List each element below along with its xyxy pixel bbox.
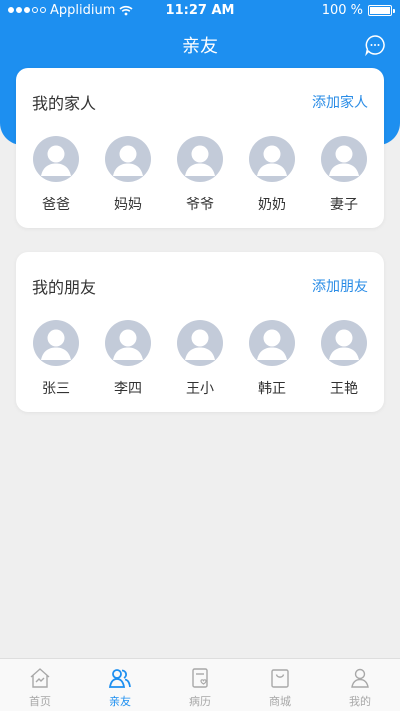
avatar[interactable] <box>33 320 79 366</box>
contact-name: 张三 <box>42 381 70 397</box>
avatar[interactable] <box>105 136 151 182</box>
contact-name: 韩正 <box>258 381 286 397</box>
avatar[interactable] <box>321 136 367 182</box>
contact-item[interactable]: 张三 <box>32 320 80 398</box>
family-card: 我的家人 添加家人 爸爸 妈妈 爷爷 奶奶 妻子 <box>16 68 384 228</box>
tab-label: 首页 <box>29 695 51 708</box>
contact-name: 奶奶 <box>258 197 286 213</box>
family-title: 我的家人 <box>32 94 97 113</box>
contact-item[interactable]: 王艳 <box>320 320 368 398</box>
add-friend-button[interactable]: 添加朋友 <box>312 276 368 296</box>
status-bar: Applidium 11:27 AM 100 % <box>0 0 400 20</box>
wifi-icon <box>119 5 133 15</box>
avatar[interactable] <box>177 320 223 366</box>
tab-label: 亲友 <box>109 695 131 708</box>
contact-name: 王小 <box>186 381 214 397</box>
contact-name: 妈妈 <box>114 197 142 213</box>
friends-card: 我的朋友 添加朋友 张三 李四 王小 韩正 王艳 <box>16 252 384 412</box>
avatar[interactable] <box>33 136 79 182</box>
carrier-name: Applidium <box>50 2 116 18</box>
battery-percent: 100 % <box>321 2 363 18</box>
tab-shop[interactable]: 商城 <box>240 659 320 711</box>
contact-name: 王艳 <box>330 381 358 397</box>
friends-list: 张三 李四 王小 韩正 王艳 <box>16 320 384 398</box>
contact-name: 爸爸 <box>42 197 70 213</box>
tab-medical-records[interactable]: 病历 <box>160 659 240 711</box>
contact-item[interactable]: 妈妈 <box>104 136 152 214</box>
tab-label: 商城 <box>269 695 291 708</box>
avatar[interactable] <box>321 320 367 366</box>
family-list: 爸爸 妈妈 爷爷 奶奶 妻子 <box>16 136 384 214</box>
profile-icon <box>348 666 372 690</box>
chat-icon[interactable] <box>364 34 386 56</box>
contact-item[interactable]: 奶奶 <box>248 136 296 214</box>
contact-name: 李四 <box>114 381 142 397</box>
contact-item[interactable]: 妻子 <box>320 136 368 214</box>
page-title: 亲友 <box>182 36 218 57</box>
contact-name: 爷爷 <box>186 197 214 213</box>
shop-icon <box>268 666 292 690</box>
contact-item[interactable]: 王小 <box>176 320 224 398</box>
battery-icon <box>368 4 395 16</box>
friends-title: 我的朋友 <box>32 278 97 297</box>
tab-label: 我的 <box>349 695 371 708</box>
add-family-button[interactable]: 添加家人 <box>312 92 368 112</box>
friends-icon <box>108 666 132 690</box>
medical-record-icon <box>188 666 212 690</box>
tab-friends[interactable]: 亲友 <box>80 659 160 711</box>
signal-strength-icon <box>8 7 46 13</box>
avatar[interactable] <box>249 320 295 366</box>
tab-label: 病历 <box>189 695 211 708</box>
tab-bar: 首页 亲友 病历 商城 我的 <box>0 658 400 711</box>
tab-profile[interactable]: 我的 <box>320 659 400 711</box>
avatar[interactable] <box>177 136 223 182</box>
contact-item[interactable]: 爸爸 <box>32 136 80 214</box>
contact-name: 妻子 <box>330 197 358 213</box>
contact-item[interactable]: 韩正 <box>248 320 296 398</box>
avatar[interactable] <box>105 320 151 366</box>
tab-home[interactable]: 首页 <box>0 659 80 711</box>
status-time: 11:27 AM <box>165 2 235 18</box>
avatar[interactable] <box>249 136 295 182</box>
contact-item[interactable]: 李四 <box>104 320 152 398</box>
home-icon <box>28 666 52 690</box>
contact-item[interactable]: 爷爷 <box>176 136 224 214</box>
